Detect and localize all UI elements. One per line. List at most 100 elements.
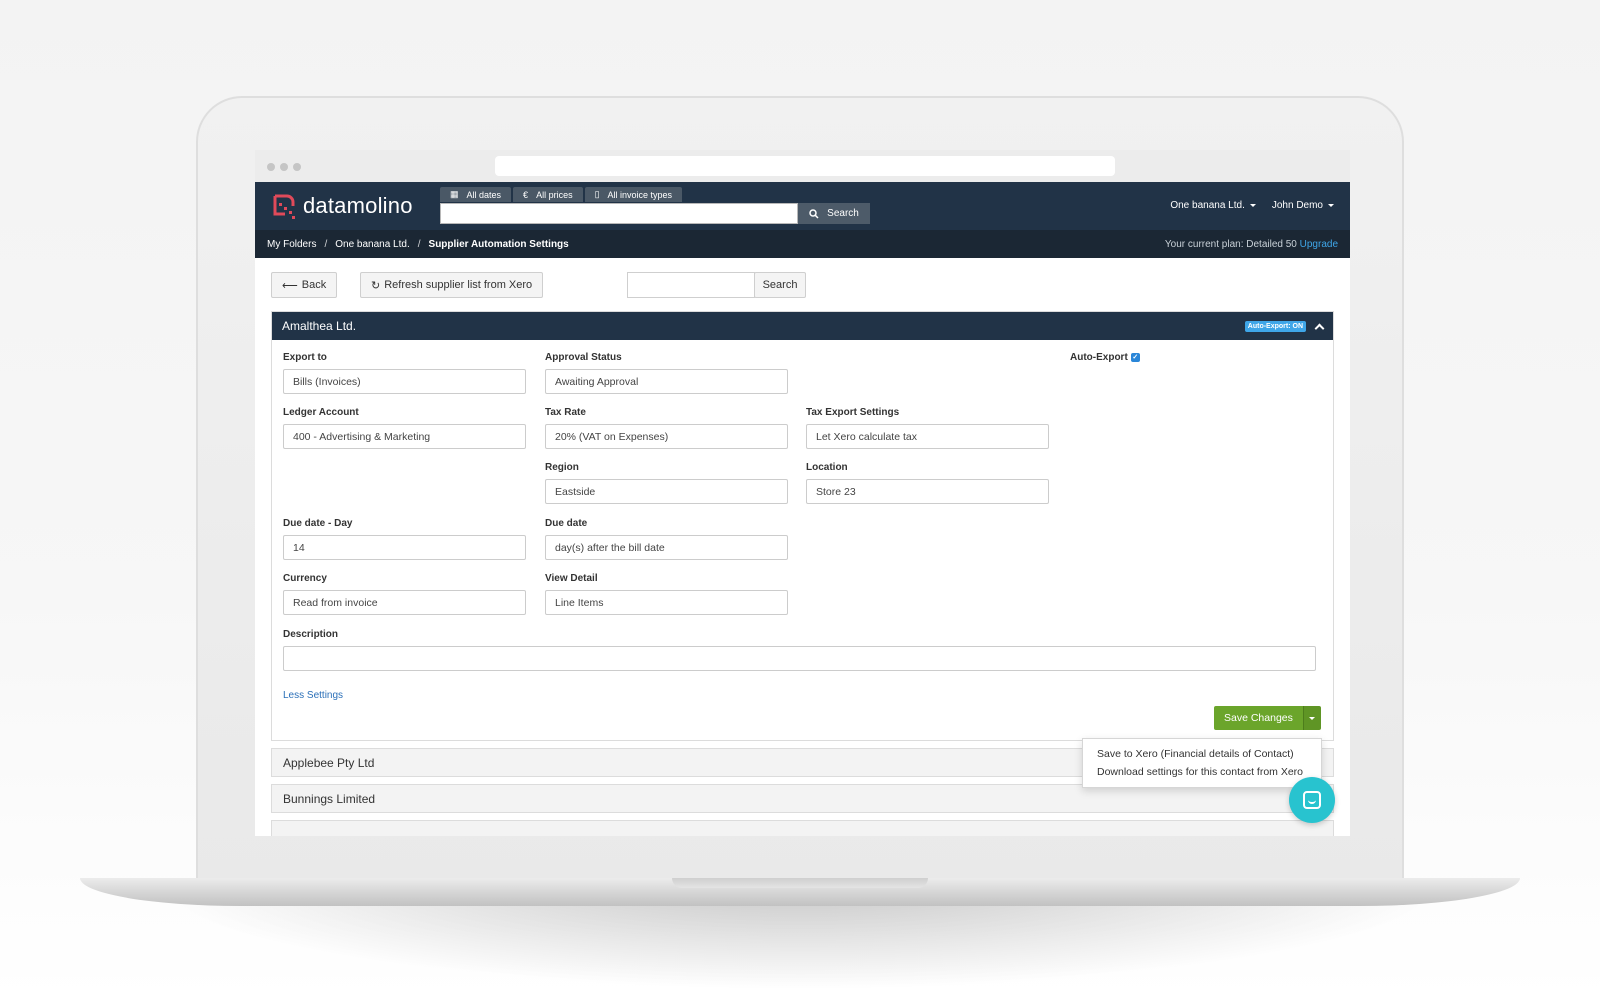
approval-status-field: Approval Status Awaiting Approval: [545, 352, 788, 394]
supplier-row-bunnings[interactable]: Bunnings Limited: [271, 784, 1334, 813]
document-icon: ▯: [594, 189, 600, 199]
ledger-account-field: Ledger Account 400 - Advertising & Marke…: [283, 407, 526, 449]
filter-dates-label: All dates: [466, 189, 502, 200]
breadcrumb-company[interactable]: One banana Ltd.: [335, 239, 410, 250]
chevron-down-icon: [1328, 204, 1334, 207]
filter-tabs: ▦ All dates € All prices ▯ All invoice t…: [440, 187, 683, 202]
app-header: datamolino ▦ All dates € All prices ▯ Al…: [255, 182, 1350, 230]
company-name: One banana Ltd.: [1170, 200, 1245, 211]
global-search-label: Search: [827, 208, 859, 219]
view-detail-field: View Detail Line Items: [545, 573, 788, 615]
save-button-group: Save Changes: [1214, 706, 1321, 730]
search-icon: [809, 208, 819, 219]
tax-rate-select[interactable]: 20% (VAT on Expenses): [545, 424, 788, 449]
refresh-label: Refresh supplier list from Xero: [384, 279, 533, 291]
menu-item-save-to-xero[interactable]: Save to Xero (Financial details of Conta…: [1083, 745, 1321, 763]
global-search-button[interactable]: Search: [798, 203, 870, 224]
tax-export-select[interactable]: Let Xero calculate tax: [806, 424, 1049, 449]
supplier-panel-header[interactable]: Amalthea Ltd. Auto-Export: ON: [272, 312, 1333, 340]
location-select[interactable]: Store 23: [806, 479, 1049, 504]
breadcrumb: My Folders / One banana Ltd. / Supplier …: [255, 230, 1350, 258]
euro-icon: €: [523, 189, 529, 200]
tax-export-field: Tax Export Settings Let Xero calculate t…: [806, 407, 1049, 449]
auto-export-field: Auto-Export ✓: [1070, 352, 1140, 369]
export-to-select[interactable]: Bills (Invoices): [283, 369, 526, 394]
ledger-account-select[interactable]: 400 - Advertising & Marketing: [283, 424, 526, 449]
toolbar: ⟵ Back ↻ Refresh supplier list from Xero…: [271, 272, 1334, 298]
region-select[interactable]: Eastside: [545, 479, 788, 504]
plan-text: Your current plan: Detailed 50: [1164, 238, 1297, 250]
back-label: Back: [301, 279, 327, 291]
supplier-settings-form: Export to Bills (Invoices) Approval Stat…: [272, 340, 1333, 740]
auto-export-label: Auto-Export: [1070, 352, 1128, 363]
window-dot[interactable]: [267, 163, 275, 171]
due-day-input[interactable]: 14: [283, 535, 526, 560]
less-settings-link[interactable]: Less Settings: [283, 690, 343, 701]
refresh-suppliers-button[interactable]: ↻ Refresh supplier list from Xero: [360, 272, 544, 298]
save-options-menu: Save to Xero (Financial details of Conta…: [1082, 738, 1322, 788]
menu-item-download-settings[interactable]: Download settings for this contact from …: [1083, 763, 1321, 781]
filter-prices[interactable]: € All prices: [513, 187, 583, 202]
user-name: John Demo: [1271, 200, 1323, 211]
supplier-row-next[interactable]: [271, 820, 1334, 836]
chevron-up-icon[interactable]: [1314, 323, 1325, 333]
due-date-label: Due date: [545, 518, 588, 529]
approval-status-select[interactable]: Awaiting Approval: [545, 369, 788, 394]
user-dropdown[interactable]: John Demo: [1272, 200, 1334, 211]
logo[interactable]: datamolino: [271, 192, 413, 220]
currency-label: Currency: [283, 573, 327, 584]
breadcrumb-current: Supplier Automation Settings: [428, 238, 569, 250]
filter-invoice-types[interactable]: ▯ All invoice types: [584, 187, 683, 202]
due-day-label: Due date - Day: [283, 518, 353, 529]
due-day-field: Due date - Day 14: [283, 518, 526, 560]
currency-select[interactable]: Read from invoice: [283, 590, 526, 615]
save-changes-button[interactable]: Save Changes: [1214, 706, 1303, 730]
chat-icon: [1303, 791, 1321, 809]
back-button[interactable]: ⟵ Back: [271, 272, 338, 298]
supplier-name: Amalthea Ltd.: [282, 319, 357, 333]
description-input[interactable]: [283, 646, 1316, 671]
due-date-field: Due date day(s) after the bill date: [545, 518, 788, 560]
global-search-input[interactable]: [440, 203, 798, 224]
tax-rate-field: Tax Rate 20% (VAT on Expenses): [545, 407, 788, 449]
supplier-search-button[interactable]: Search: [754, 272, 806, 298]
filter-prices-label: All prices: [536, 189, 573, 200]
export-to-field: Export to Bills (Invoices): [283, 352, 526, 394]
window-dot[interactable]: [280, 163, 288, 171]
plan-info: Your current plan: Detailed 50 Upgrade: [1165, 239, 1338, 250]
location-field: Location Store 23: [806, 462, 1049, 504]
auto-export-badge: Auto-Export: ON: [1244, 320, 1306, 332]
header-menus: One banana Ltd. John Demo: [1170, 200, 1334, 211]
tax-rate-label: Tax Rate: [545, 407, 586, 418]
laptop-notch: [672, 878, 928, 888]
view-detail-select[interactable]: Line Items: [545, 590, 788, 615]
supplier-panel-amalthea: Amalthea Ltd. Auto-Export: ON Export to …: [271, 311, 1334, 741]
address-bar[interactable]: [495, 156, 1115, 176]
breadcrumb-my-folders[interactable]: My Folders: [267, 239, 316, 250]
browser-bar: [255, 150, 1350, 182]
filter-dates[interactable]: ▦ All dates: [440, 187, 512, 202]
breadcrumb-separator: /: [417, 238, 421, 250]
auto-export-checkbox[interactable]: ✓: [1130, 352, 1140, 362]
due-date-select[interactable]: day(s) after the bill date: [545, 535, 788, 560]
refresh-icon: ↻: [371, 279, 381, 292]
upgrade-link[interactable]: Upgrade: [1300, 239, 1338, 250]
region-label: Region: [545, 462, 579, 473]
save-options-toggle[interactable]: [1302, 706, 1321, 730]
arrow-left-icon: ⟵: [282, 279, 298, 292]
export-to-label: Export to: [283, 352, 327, 363]
filter-invoice-types-label: All invoice types: [607, 189, 673, 200]
auto-export-label-wrap[interactable]: Auto-Export ✓: [1070, 352, 1140, 363]
chat-launcher[interactable]: [1289, 777, 1335, 823]
company-dropdown[interactable]: One banana Ltd.: [1170, 200, 1256, 211]
window-dot[interactable]: [293, 163, 301, 171]
window-controls: [267, 163, 301, 171]
chevron-down-icon: [1309, 716, 1316, 720]
datamolino-logo-icon: [273, 194, 295, 219]
app-screen: datamolino ▦ All dates € All prices ▯ Al…: [255, 150, 1350, 836]
tax-export-label: Tax Export Settings: [806, 407, 900, 418]
logo-text: datamolino: [303, 193, 413, 218]
description-field: Description: [283, 629, 1316, 671]
region-field: Region Eastside: [545, 462, 788, 504]
supplier-search-input[interactable]: [627, 272, 755, 298]
